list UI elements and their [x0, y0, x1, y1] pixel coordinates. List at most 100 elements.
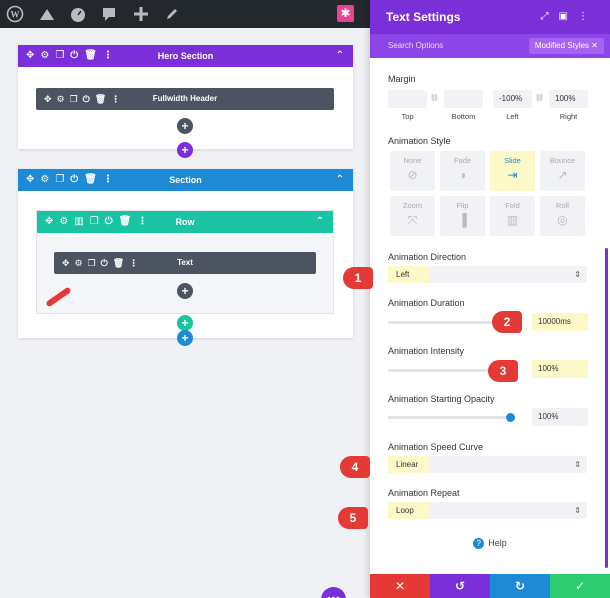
builder-canvas: ✥⚙❐⏻🗑⋮ Hero Section ⌃ ✥⚙❐⏻🗑⋮ Fullwidth H…: [0, 28, 370, 598]
animation-duration-label: Animation Duration: [388, 298, 465, 308]
section-title: Section: [169, 175, 202, 185]
more-options-button[interactable]: ⋯: [321, 587, 346, 598]
opacity-slider-knob[interactable]: [506, 413, 515, 422]
panel-footer: ✕ ↺ ↻ ✓: [370, 574, 610, 598]
filter-label: Modified Styles: [534, 41, 590, 50]
text-module[interactable]: ✥⚙❐⏻🗑⋮ Text: [54, 252, 316, 274]
panel-header: Text Settings ⤢▣⋮: [370, 0, 610, 34]
animation-direction-label: Animation Direction: [388, 252, 467, 262]
margin-left-input[interactable]: -100%: [493, 90, 532, 108]
callout-5: 5: [338, 507, 368, 529]
duration-slider-track[interactable]: [388, 321, 508, 324]
opacity-input[interactable]: 100%: [532, 408, 588, 426]
link-icon[interactable]: ⛓: [430, 94, 439, 102]
discard-button[interactable]: ✕: [370, 574, 430, 598]
anim-bounce-label: Bounce: [549, 156, 576, 165]
fullwidth-header-title: Fullwidth Header: [152, 94, 218, 103]
direction-value: Left: [388, 266, 430, 283]
opacity-slider-track[interactable]: [388, 416, 508, 419]
anim-fade-option[interactable]: Fade ◑: [440, 151, 485, 191]
animation-repeat-label: Animation Repeat: [388, 488, 460, 498]
search-input[interactable]: Search Options: [388, 34, 443, 58]
animation-style-label: Animation Style: [388, 136, 451, 146]
svg-text:W: W: [11, 10, 20, 20]
add-row-button[interactable]: +: [177, 142, 193, 158]
add-module-button[interactable]: +: [177, 118, 193, 134]
anim-zoom-option[interactable]: Zoom ⤧: [390, 196, 435, 236]
chevron-up-icon[interactable]: ⌃: [336, 169, 344, 191]
fullwidth-header-module[interactable]: ✥⚙❐⏻🗑⋮ Fullwidth Header: [36, 88, 334, 110]
margin-top-label: Top: [401, 112, 414, 121]
animation-opacity-label: Animation Starting Opacity: [388, 394, 495, 404]
help-link[interactable]: ? Help: [370, 538, 610, 549]
link-icon[interactable]: ⛓: [535, 94, 544, 102]
panel-title: Text Settings: [386, 10, 461, 24]
add-section-button[interactable]: +: [177, 330, 193, 346]
anim-roll-label: Roll: [556, 201, 569, 210]
anim-fade-label: Fade: [453, 156, 472, 165]
anim-fold-option[interactable]: Fold ▥: [490, 196, 535, 236]
margin-top-input[interactable]: [388, 90, 427, 108]
text-settings-panel: Text Settings ⤢▣⋮ Search Options Modifie…: [370, 0, 610, 598]
anim-zoom-label: Zoom: [402, 201, 423, 210]
section-bar[interactable]: ✥⚙❐⏻🗑⋮ Section ⌃: [18, 169, 353, 191]
select-arrows-icon: ⇕: [574, 506, 581, 515]
anim-fold-label: Fold: [505, 201, 520, 210]
modified-styles-filter[interactable]: Modified Styles ✕: [528, 38, 604, 54]
panel-scroll-area[interactable]: Margin ⛓ -100% ⛓ 100% Top Bottom Left Ri…: [370, 58, 610, 574]
anim-none-option[interactable]: None ⊘: [390, 151, 435, 191]
slide-icon: ⇥: [507, 168, 518, 182]
anim-none-label: None: [403, 156, 422, 165]
anim-flip-option[interactable]: Flip ▐: [440, 196, 485, 236]
hero-section-bar[interactable]: ✥⚙❐⏻🗑⋮ Hero Section ⌃: [18, 45, 353, 67]
anim-bounce-option[interactable]: Bounce ↗: [540, 151, 585, 191]
anim-flip-label: Flip: [456, 201, 469, 210]
help-icon: ?: [473, 538, 485, 549]
section-block: ✥⚙❐⏻🗑⋮ Section ⌃ ✥⚙▥❐⏻🗑⋮ Row ⌃ ✥⚙❐⏻🗑⋮ Te…: [18, 169, 353, 338]
dashboard-icon[interactable]: [69, 5, 87, 23]
intensity-input[interactable]: 100%: [532, 360, 588, 378]
plus-icon[interactable]: [132, 5, 150, 23]
anim-roll-option[interactable]: Roll ◎: [540, 196, 585, 236]
margin-bottom-input[interactable]: [444, 90, 483, 108]
chevron-up-icon[interactable]: ⌃: [336, 45, 344, 67]
callout-4: 4: [340, 456, 370, 478]
add-row-button[interactable]: +: [177, 315, 193, 331]
animation-speed-select[interactable]: Linear ⇕: [388, 456, 587, 473]
search-bar: Search Options Modified Styles ✕: [370, 34, 610, 58]
help-label: Help: [488, 538, 507, 548]
save-button[interactable]: ✓: [550, 574, 610, 598]
undo-button[interactable]: ↺: [430, 574, 490, 598]
edit-icon[interactable]: [163, 5, 181, 23]
row-bar[interactable]: ✥⚙▥❐⏻🗑⋮ Row ⌃: [37, 211, 333, 233]
comment-icon[interactable]: [100, 5, 118, 23]
margin-left-label: Left: [506, 112, 519, 121]
hero-section-title: Hero Section: [157, 51, 214, 61]
redo-button[interactable]: ↻: [490, 574, 550, 598]
repeat-value: Loop: [388, 502, 430, 519]
row-title: Row: [175, 217, 195, 227]
animation-repeat-select[interactable]: Loop ⇕: [388, 502, 587, 519]
duration-input[interactable]: 10000ms: [532, 313, 588, 331]
scrollbar[interactable]: [605, 248, 608, 568]
animation-direction-select[interactable]: Left ⇕: [388, 266, 587, 283]
home-icon[interactable]: [38, 5, 56, 23]
wordpress-icon[interactable]: W: [6, 5, 24, 23]
margin-label: Margin: [388, 74, 416, 84]
callout-3: 3: [488, 360, 518, 382]
add-module-button[interactable]: +: [177, 283, 193, 299]
margin-bottom-label: Bottom: [451, 112, 476, 121]
none-icon: ⊘: [407, 168, 418, 182]
panel-header-icons[interactable]: ⤢▣⋮: [541, 0, 598, 34]
chevron-up-icon[interactable]: ⌃: [316, 211, 324, 233]
zoom-icon: ⤧: [407, 213, 418, 227]
admin-bar: W ✱: [0, 0, 370, 28]
divi-builder-icon[interactable]: ✱: [337, 5, 354, 22]
callout-2: 2: [492, 311, 522, 333]
margin-right-input[interactable]: 100%: [549, 90, 588, 108]
bounce-icon: ↗: [557, 168, 568, 182]
anim-slide-option[interactable]: Slide ⇥: [490, 151, 535, 191]
fold-icon: ▥: [506, 213, 519, 227]
margin-right-label: Right: [559, 112, 578, 121]
row-block: ✥⚙▥❐⏻🗑⋮ Row ⌃ ✥⚙❐⏻🗑⋮ Text +: [36, 210, 334, 314]
